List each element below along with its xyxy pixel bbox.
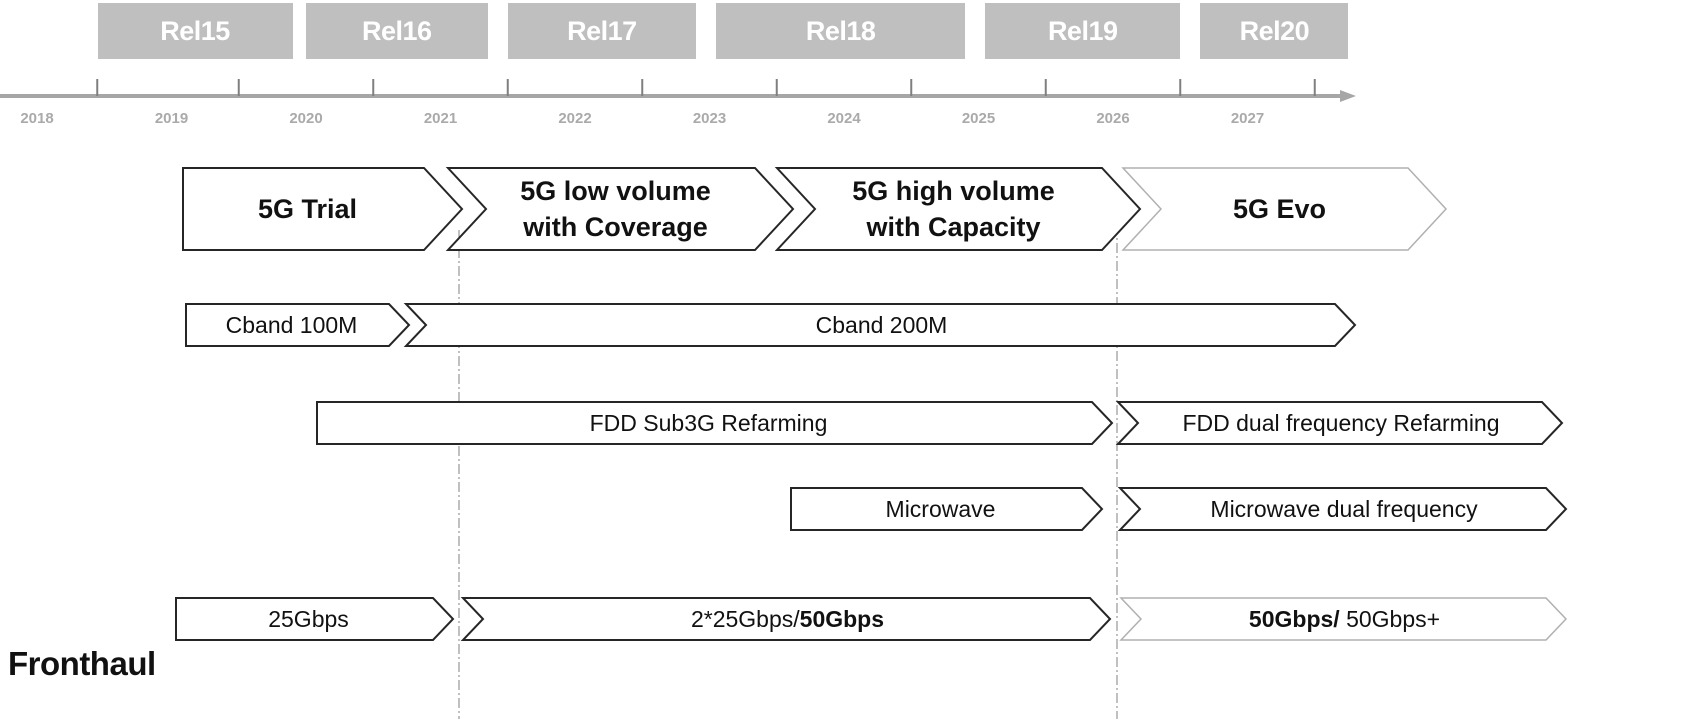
chevron-label: 50Gbps/ 50Gbps+ — [1121, 598, 1566, 640]
row-segment: Cband 100M — [185, 303, 411, 347]
row-segment: FDD Sub3G Refarming — [316, 401, 1114, 445]
chevron-label: 25Gbps — [176, 598, 453, 640]
row-segment: 2*25Gbps/50Gbps — [460, 597, 1112, 641]
year-label: 2023 — [692, 110, 727, 127]
year-label: 2021 — [423, 110, 458, 127]
chevron-label: FDD dual frequency Refarming — [1118, 402, 1562, 444]
row-segment: 50Gbps/ 50Gbps+ — [1119, 597, 1568, 641]
segment-text-bold: 50Gbps/ — [1248, 605, 1340, 632]
row-segment: Cband 200M — [403, 303, 1357, 347]
phase-chevron: 5G high volume with Capacity — [774, 167, 1142, 251]
year-label: 2027 — [1230, 110, 1265, 127]
chevron-label: Microwave — [791, 488, 1102, 530]
segment-text: Cband 100M — [225, 311, 358, 338]
roadmap-diagram: Rel15 Rel16 Rel17 Rel18 Rel19 Rel20 2018 2019 2… — [0, 0, 1684, 719]
phase-chevron: 5G Trial — [182, 167, 464, 251]
segment-text: 50Gbps+ — [1339, 605, 1441, 632]
segment-text-bold: 50Gbps — [799, 605, 885, 632]
year-label: 2025 — [961, 110, 996, 127]
segment-text: Cband 200M — [815, 311, 948, 338]
segment-text: FDD Sub3G Refarming — [589, 409, 828, 436]
year-label: 2019 — [154, 110, 189, 127]
phase-label-line: with Capacity — [866, 212, 1041, 242]
phase-chevron: 5G Evo — [1121, 167, 1448, 251]
year-label: 2020 — [289, 110, 323, 127]
segment-text: Microwave — [885, 495, 996, 522]
chevron-label: 5G Trial — [183, 168, 462, 250]
chevron-label: 2*25Gbps/50Gbps — [463, 598, 1110, 640]
year-label: 2018 — [20, 110, 54, 127]
year-label: 2024 — [827, 110, 861, 127]
phase-label-line: 5G Trial — [257, 194, 358, 224]
fronthaul-title: Fronthaul — [8, 645, 156, 682]
chevron-label: 5G high volume with Capacity — [777, 168, 1140, 250]
segment-text: FDD dual frequency Refarming — [1182, 409, 1500, 436]
chevron-label: Microwave dual frequency — [1120, 488, 1566, 530]
chevron-label: 5G Evo — [1123, 168, 1446, 250]
year-label: 2026 — [1096, 110, 1130, 127]
axis-arrowhead-icon — [1340, 90, 1356, 102]
row-segment: Microwave — [790, 487, 1104, 531]
phase-label-line: 5G Evo — [1232, 194, 1327, 224]
row-segment: Microwave dual frequency — [1117, 487, 1568, 531]
chevron-label: FDD Sub3G Refarming — [317, 402, 1112, 444]
year-label: 2022 — [558, 110, 592, 127]
segment-text: Microwave dual frequency — [1210, 495, 1478, 522]
phase-label-line: 5G high volume — [852, 176, 1055, 206]
phase-label-line: 5G low volume — [520, 176, 711, 206]
chevron-label: 5G low volume with Coverage — [448, 168, 793, 250]
row-segment: 25Gbps — [175, 597, 455, 641]
segment-text: 2*25Gbps/ — [690, 605, 800, 632]
chevron-label: Cband 200M — [406, 304, 1355, 346]
chevron-label: Cband 100M — [186, 304, 409, 346]
segment-text: 25Gbps — [268, 605, 349, 632]
phase-chevron: 5G low volume with Coverage — [445, 167, 795, 251]
row-segment: FDD dual frequency Refarming — [1115, 401, 1564, 445]
phase-label-line: with Coverage — [523, 212, 708, 242]
